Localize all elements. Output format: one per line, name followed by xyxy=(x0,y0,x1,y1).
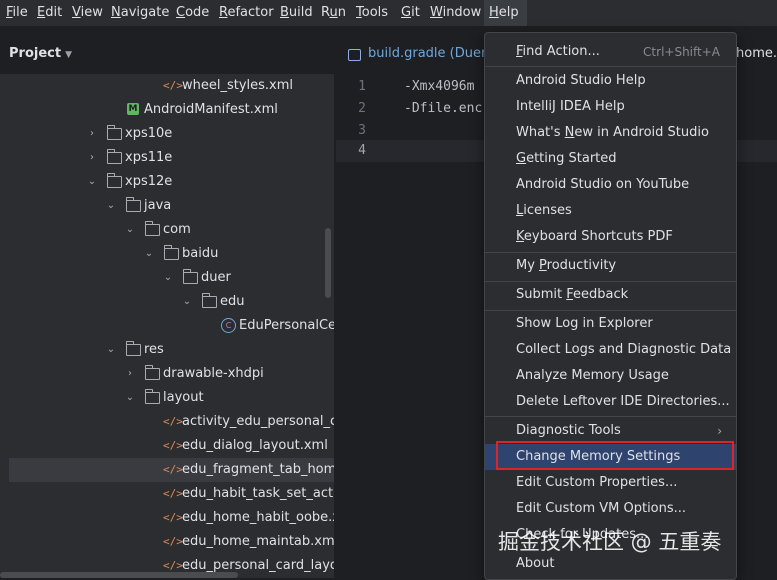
menu-view[interactable]: View xyxy=(72,0,103,26)
tree-item[interactable]: </> edu_home_maintab.xml xyxy=(0,530,334,554)
xml-file-icon: </> xyxy=(163,463,183,476)
chevron-down-icon: ▼ xyxy=(65,50,72,60)
folder-icon xyxy=(145,221,160,236)
tree-item[interactable]: ⌄ edu xyxy=(0,290,334,314)
menu-item-show-log[interactable]: Show Log in Explorer xyxy=(485,311,736,337)
expand-arrow-icon[interactable]: › xyxy=(124,362,136,386)
vertical-scrollbar[interactable] xyxy=(325,228,331,298)
menu-item-edit-custom-vm-options[interactable]: Edit Custom VM Options... xyxy=(485,496,736,522)
expand-arrow-icon[interactable]: › xyxy=(86,146,98,170)
folder-icon xyxy=(164,245,179,260)
tree-item[interactable]: ⌄ baidu xyxy=(0,242,334,266)
xml-file-icon: </> xyxy=(163,511,183,524)
tree-item[interactable]: ⌄ xps12e xyxy=(0,170,334,194)
editor-tab-home-xml[interactable]: home.xm xyxy=(736,40,777,68)
collapse-arrow-icon[interactable]: ⌄ xyxy=(143,242,155,266)
tree-item[interactable]: </> activity_edu_personal_cent xyxy=(0,410,334,434)
expand-arrow-icon[interactable]: › xyxy=(86,122,98,146)
menu-edit[interactable]: Edit xyxy=(37,0,62,26)
menu-file[interactable]: File xyxy=(6,0,28,26)
gradle-file-icon xyxy=(348,49,361,61)
xml-file-icon: </> xyxy=(163,415,183,428)
folder-icon xyxy=(145,389,160,404)
menu-git[interactable]: Git xyxy=(401,0,420,26)
menu-help[interactable]: Help xyxy=(484,0,527,26)
collapse-arrow-icon[interactable]: ⌄ xyxy=(181,290,193,314)
menu-item-getting-started[interactable]: Getting Started xyxy=(485,146,736,172)
menu-item-my-productivity[interactable]: My Productivity xyxy=(485,253,736,279)
collapse-arrow-icon[interactable]: ⌄ xyxy=(162,266,174,290)
menu-run[interactable]: Run xyxy=(321,0,346,26)
menu-separator xyxy=(485,66,736,67)
java-class-icon: C xyxy=(221,318,236,333)
highlight-annotation-box xyxy=(496,441,734,470)
tree-item-selected[interactable]: </> edu_fragment_tab_home.x xyxy=(9,458,334,482)
tree-item[interactable]: › drawable-xhdpi xyxy=(0,362,334,386)
menu-item-youtube[interactable]: Android Studio on YouTube xyxy=(485,172,736,198)
shortcut-label: Ctrl+Shift+A xyxy=(643,45,720,59)
collapse-arrow-icon[interactable]: ⌄ xyxy=(105,338,117,362)
tree-item[interactable]: C EduPersonalCent xyxy=(0,314,334,338)
collapse-arrow-icon[interactable]: ⌄ xyxy=(124,386,136,410)
collapse-arrow-icon[interactable]: ⌄ xyxy=(86,170,98,194)
folder-icon xyxy=(145,365,160,380)
menu-code[interactable]: Code xyxy=(176,0,209,26)
menu-item-whats-new[interactable]: What's New in Android Studio xyxy=(485,120,736,146)
menu-bar: File Edit View Navigate Code Refactor Bu… xyxy=(0,0,777,26)
tree-item[interactable]: ⌄ java xyxy=(0,194,334,218)
menu-separator xyxy=(485,416,736,417)
folder-icon xyxy=(126,197,141,212)
menu-item-collect-logs[interactable]: Collect Logs and Diagnostic Data xyxy=(485,337,736,363)
collapse-arrow-icon[interactable]: ⌄ xyxy=(105,194,117,218)
menu-item-edit-custom-properties[interactable]: Edit Custom Properties... xyxy=(485,470,736,496)
xml-file-icon: </> xyxy=(163,487,183,500)
folder-icon xyxy=(202,293,217,308)
watermark-text: 掘金技术社区 @ 五重奏 xyxy=(498,530,722,554)
tree-item[interactable]: › xps10e xyxy=(0,122,334,146)
tree-item[interactable]: ⌄ com xyxy=(0,218,334,242)
menu-tools[interactable]: Tools xyxy=(356,0,388,26)
menu-item-analyze-memory[interactable]: Analyze Memory Usage xyxy=(485,363,736,389)
folder-icon xyxy=(107,173,122,188)
menu-item-delete-leftover-dirs[interactable]: Delete Leftover IDE Directories... xyxy=(485,389,736,415)
menu-build[interactable]: Build xyxy=(280,0,313,26)
menu-item-intellij-idea-help[interactable]: IntelliJ IDEA Help xyxy=(485,94,736,120)
menu-item-find-action[interactable]: Find Action... Ctrl+Shift+A xyxy=(485,39,736,65)
xml-file-icon: </> xyxy=(163,535,183,548)
folder-icon xyxy=(183,269,198,284)
menu-item-android-studio-help[interactable]: Android Studio Help xyxy=(485,68,736,94)
tree-item[interactable]: </> edu_dialog_layout.xml xyxy=(0,434,334,458)
tree-item[interactable]: ⌄ duer xyxy=(0,266,334,290)
help-menu-dropdown: Find Action... Ctrl+Shift+A Android Studi… xyxy=(484,32,737,580)
tree-item[interactable]: </> edu_habit_task_set_activity xyxy=(0,482,334,506)
project-tree: </> wheel_styles.xml M AndroidManifest.x… xyxy=(0,74,334,578)
xml-file-icon: </> xyxy=(163,439,183,452)
tree-item[interactable]: M AndroidManifest.xml xyxy=(0,98,334,122)
menu-item-keyboard-shortcuts-pdf[interactable]: Keyboard Shortcuts PDF xyxy=(485,224,736,250)
folder-icon xyxy=(126,341,141,356)
xml-file-icon: </> xyxy=(163,79,183,92)
menu-item-licenses[interactable]: Licenses xyxy=(485,198,736,224)
menu-navigate[interactable]: Navigate xyxy=(111,0,169,26)
project-panel-header[interactable]: Project ▼ xyxy=(0,40,343,68)
tree-item[interactable]: › xps11e xyxy=(0,146,334,170)
project-title: Project xyxy=(9,46,62,61)
collapse-arrow-icon[interactable]: ⌄ xyxy=(124,218,136,242)
manifest-icon: M xyxy=(127,103,139,115)
tree-item[interactable]: </> wheel_styles.xml xyxy=(0,74,334,98)
menu-item-submit-feedback[interactable]: Submit Feedback xyxy=(485,282,736,308)
menu-window[interactable]: Window xyxy=(430,0,481,26)
tree-item[interactable]: ⌄ res xyxy=(0,338,334,362)
tree-item[interactable]: ⌄ layout xyxy=(0,386,334,410)
folder-icon xyxy=(107,149,122,164)
folder-icon xyxy=(107,125,122,140)
menu-refactor[interactable]: Refactor xyxy=(219,0,274,26)
horizontal-scrollbar[interactable] xyxy=(0,572,238,578)
tree-item[interactable]: </> edu_home_habit_oobe.xml xyxy=(0,506,334,530)
